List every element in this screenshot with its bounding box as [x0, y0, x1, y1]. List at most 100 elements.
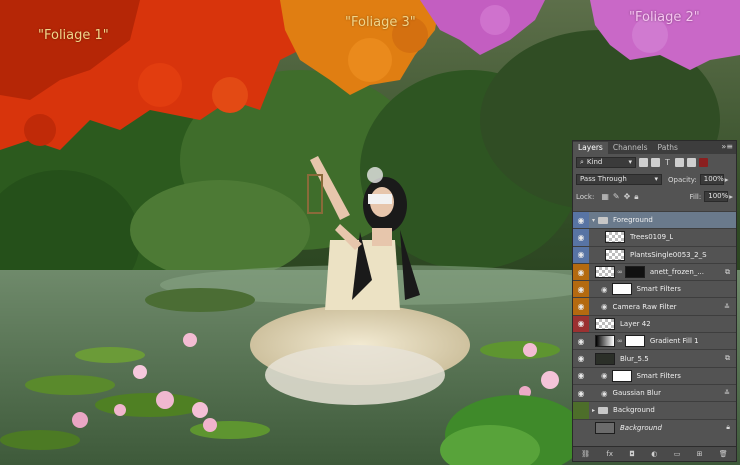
layer-name: Smart Filters — [636, 285, 681, 294]
visibility-eye-icon[interactable]: ◉ — [573, 263, 589, 281]
layer-name: Trees0109_L — [630, 233, 674, 242]
layer-background[interactable]: Background 🔒︎ — [573, 418, 736, 436]
fill-value: 100% — [708, 192, 729, 200]
pixel-filter-icon[interactable] — [639, 158, 648, 167]
filter-toggle-icon[interactable] — [699, 158, 708, 167]
opacity-value: 100% — [703, 175, 724, 183]
visibility-eye-icon[interactable]: ◉ — [573, 367, 589, 384]
smart-filters-row[interactable]: ◉ ◉ Smart Filters — [573, 280, 736, 298]
blend-mode-dropdown[interactable]: Pass Through ▾ — [576, 174, 662, 185]
panel-menu-icon[interactable]: »≡ — [721, 142, 733, 151]
blend-mode-value: Pass Through — [580, 175, 627, 183]
visibility-eye-icon[interactable] — [573, 419, 589, 436]
layer-thumbnail — [605, 231, 625, 244]
visibility-eye-icon[interactable]: ◉ — [573, 384, 589, 402]
lock-all-icon[interactable]: 🔒︎ — [634, 192, 638, 202]
folder-icon[interactable]: ▭ — [674, 450, 681, 458]
layer-name: Background — [613, 406, 655, 415]
mask-icon[interactable]: ◘ — [629, 450, 635, 458]
eye-icon[interactable]: ◉ — [601, 389, 608, 398]
lock-transparency-icon[interactable]: ▦ — [601, 192, 609, 201]
tab-paths[interactable]: Paths — [653, 142, 683, 154]
tab-layers[interactable]: Layers — [573, 142, 608, 154]
layer-name: Gradient Fill 1 — [649, 337, 699, 346]
layer-thumbnail — [595, 352, 615, 365]
layer-name: Foreground — [613, 216, 653, 225]
filter-mask-thumbnail — [611, 283, 632, 296]
layer-trees[interactable]: ◉ Trees0109_L — [573, 228, 736, 246]
gaussian-blur-filter-row[interactable]: ◉ ◉ Gaussian Blur ≚ — [573, 383, 736, 402]
smart-filters-row[interactable]: ◉ ◉ Smart Filters — [573, 366, 736, 384]
opacity-arrow-icon[interactable]: ▸ — [725, 175, 729, 184]
lock-position-icon[interactable]: ✥ — [624, 192, 631, 201]
layer-thumbnail — [595, 266, 615, 279]
layer-foreground-group[interactable]: ◉ ▾ Foreground — [573, 211, 736, 229]
layer-42[interactable]: ◉ Layer 42 — [573, 314, 736, 333]
link-icon: ∞ — [617, 268, 623, 277]
fill-arrow-icon[interactable]: ▸ — [729, 192, 733, 201]
layer-plants[interactable]: ◉ PlantsSingle0053_2_S — [573, 245, 736, 263]
link-icon[interactable]: ⛓ — [581, 450, 590, 458]
expand-arrow-icon[interactable]: ▾ — [592, 217, 595, 224]
visibility-eye-icon[interactable]: ◉ — [573, 229, 589, 246]
layer-name: Smart Filters — [636, 371, 681, 380]
eye-icon[interactable]: ◉ — [601, 371, 608, 380]
adjustment-filter-icon[interactable] — [651, 158, 660, 167]
foliage-3-label: "Foliage 3" — [345, 15, 416, 30]
type-filter-icon[interactable]: T — [663, 158, 672, 167]
layer-name: Background — [620, 423, 662, 432]
trash-icon[interactable]: 🗑︎ — [719, 450, 728, 458]
layer-gradient-fill[interactable]: ◉ ∞ Gradient Fill 1 — [573, 332, 736, 350]
fx-icon[interactable]: fx — [606, 450, 613, 458]
visibility-eye-icon[interactable]: ◉ — [573, 350, 589, 367]
layer-thumbnail — [595, 421, 615, 434]
visibility-eye-icon[interactable]: ◉ — [573, 281, 589, 298]
filter-kind-value: Kind — [586, 158, 603, 166]
layer-name: Blur_5.5 — [620, 354, 649, 363]
foliage-2-label: "Foliage 2" — [629, 10, 700, 25]
mask-thumbnail — [624, 266, 645, 279]
new-layer-icon[interactable]: ⊞ — [697, 450, 703, 458]
opacity-field[interactable]: 100% — [699, 174, 724, 185]
eye-icon[interactable]: ◉ — [601, 285, 608, 294]
visibility-eye-icon[interactable]: ◉ — [573, 333, 589, 350]
layer-thumbnail — [595, 335, 615, 348]
smart-object-filter-icon[interactable] — [687, 158, 696, 167]
adjustment-icon[interactable]: ◐ — [651, 450, 657, 458]
visibility-eye-icon[interactable]: ◉ — [573, 315, 589, 333]
layers-panel: Layers Channels Paths »≡ ⌕ Kind ▾ T Pass… — [572, 140, 737, 462]
link-icon: ∞ — [617, 337, 623, 346]
lock-label: Lock: — [576, 192, 595, 201]
shape-filter-icon[interactable] — [675, 158, 684, 167]
filter-kind-dropdown[interactable]: ⌕ Kind ▾ — [576, 157, 636, 168]
lock-icon: 🔒︎ — [726, 423, 730, 432]
photoshop-window: "Foliage 1" "Foliage 3" "Foliage 2" Laye… — [0, 0, 740, 465]
layer-background-group[interactable]: ▸ Background — [573, 401, 736, 419]
fill-label: Fill: — [689, 192, 702, 201]
tab-channels[interactable]: Channels — [608, 142, 653, 154]
search-icon: ⌕ — [580, 158, 584, 166]
chevron-down-icon: ▾ — [654, 175, 658, 183]
visibility-eye-icon[interactable]: ◉ — [573, 246, 589, 263]
lock-pixels-icon[interactable]: ✎ — [613, 192, 620, 201]
filter-row: ⌕ Kind ▾ T — [573, 154, 736, 171]
layer-anett-smart-object[interactable]: ◉ ∞ anett_frozen_... ⧉ — [573, 262, 736, 281]
visibility-eye-icon[interactable]: ◉ — [573, 212, 589, 229]
visibility-eye-icon[interactable] — [573, 402, 589, 419]
layer-thumbnail — [605, 248, 625, 261]
eye-icon[interactable]: ◉ — [601, 302, 608, 311]
layers-list: ◉ ▾ Foreground ◉ Trees0109_L ◉ PlantsSin… — [573, 211, 736, 436]
layer-name: Gaussian Blur — [612, 389, 661, 398]
chevron-down-icon: ▾ — [628, 158, 632, 166]
camera-raw-filter-row[interactable]: ◉ ◉ Camera Raw Filter ≚ — [573, 297, 736, 315]
filter-options-icon[interactable]: ≚ — [724, 303, 730, 311]
layer-name: Layer 42 — [620, 319, 651, 328]
layer-blur[interactable]: ◉ Blur_5.5 ⧉ — [573, 349, 736, 367]
panel-footer: ⛓ fx ◘ ◐ ▭ ⊞ 🗑︎ — [573, 446, 736, 461]
fill-field[interactable]: 100% — [704, 191, 728, 202]
foliage-1-label: "Foliage 1" — [38, 28, 109, 43]
expand-arrow-icon[interactable]: ▸ — [592, 407, 595, 414]
filter-options-icon[interactable]: ≚ — [724, 389, 730, 397]
layer-name: Camera Raw Filter — [612, 302, 677, 311]
visibility-eye-icon[interactable]: ◉ — [573, 298, 589, 315]
